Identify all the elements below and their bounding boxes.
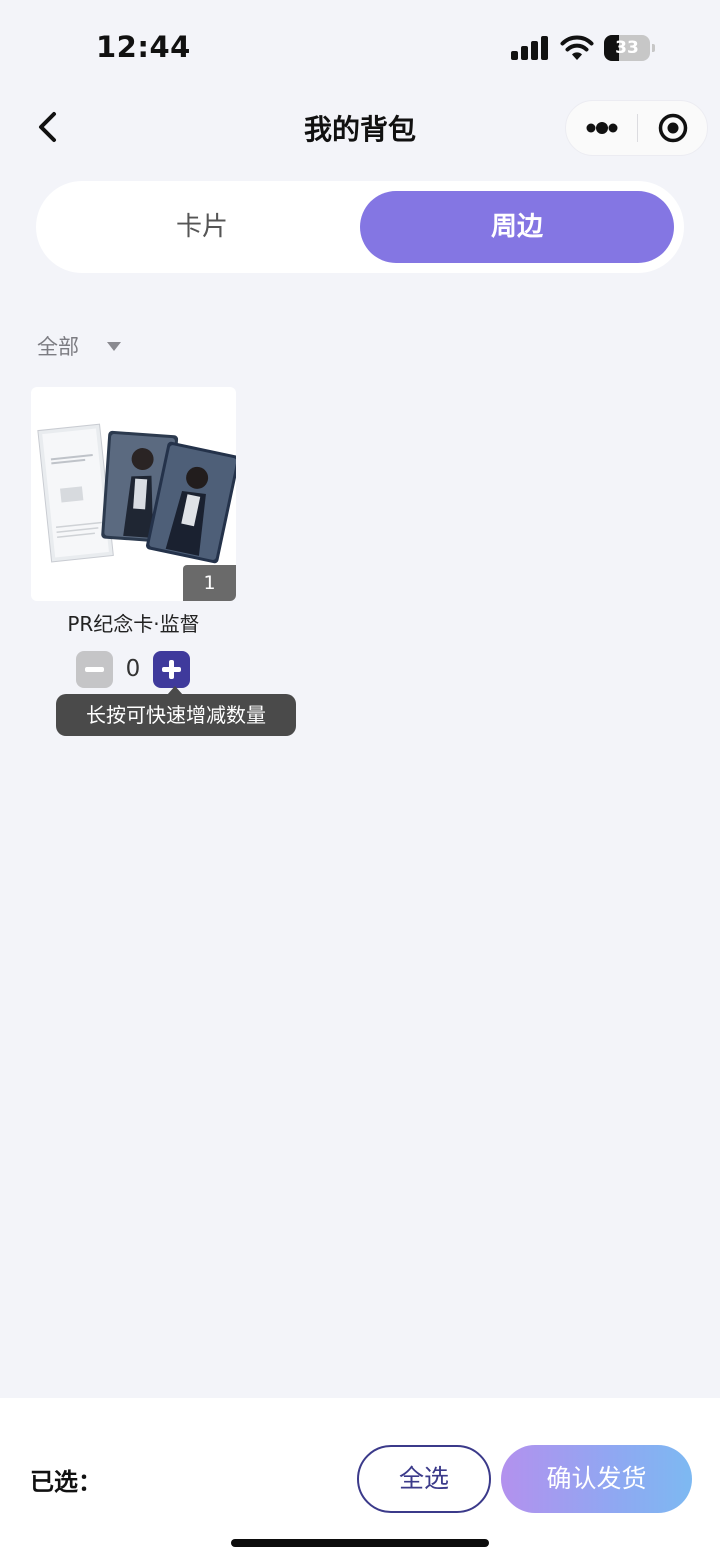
segmented-tabs: 卡片 周边 [36,181,684,273]
quantity-stepper: 0 [76,651,192,688]
status-bar: 12:44 33 [0,0,720,96]
product-name: PR纪念卡·监督 [67,612,200,636]
category-filter[interactable]: 全部 [37,330,121,362]
mini-program-capsule [565,100,708,156]
confirm-shipping-button[interactable]: 确认发货 [501,1445,692,1513]
capsule-divider [637,114,638,142]
tab-peripherals[interactable]: 周边 [360,191,674,263]
decrease-quantity-button[interactable] [76,651,113,688]
caret-down-icon [107,341,121,351]
selected-count: 0 [125,656,141,682]
increase-quantity-button[interactable] [153,651,190,688]
filter-label: 全部 [37,335,79,359]
status-time: 12:44 [96,30,191,64]
battery-percent: 33 [615,38,639,58]
tab-cards[interactable]: 卡片 [44,191,360,263]
product-image[interactable]: 1 [31,387,236,601]
select-all-button[interactable]: 全选 [357,1445,491,1513]
battery-icon: 33 [604,35,655,61]
target-circle-icon[interactable] [646,101,702,155]
selected-label: 已选： [30,1468,102,1496]
more-dots-icon[interactable] [578,101,634,155]
home-indicator [231,1539,489,1547]
owned-quantity-badge: 1 [183,565,236,601]
long-press-tooltip: 长按可快速增减数量 [56,694,296,736]
signal-icon [511,36,549,60]
wifi-icon [560,35,594,60]
bottom-action-bar: 已选： 全选 确认发货 [0,1398,720,1561]
